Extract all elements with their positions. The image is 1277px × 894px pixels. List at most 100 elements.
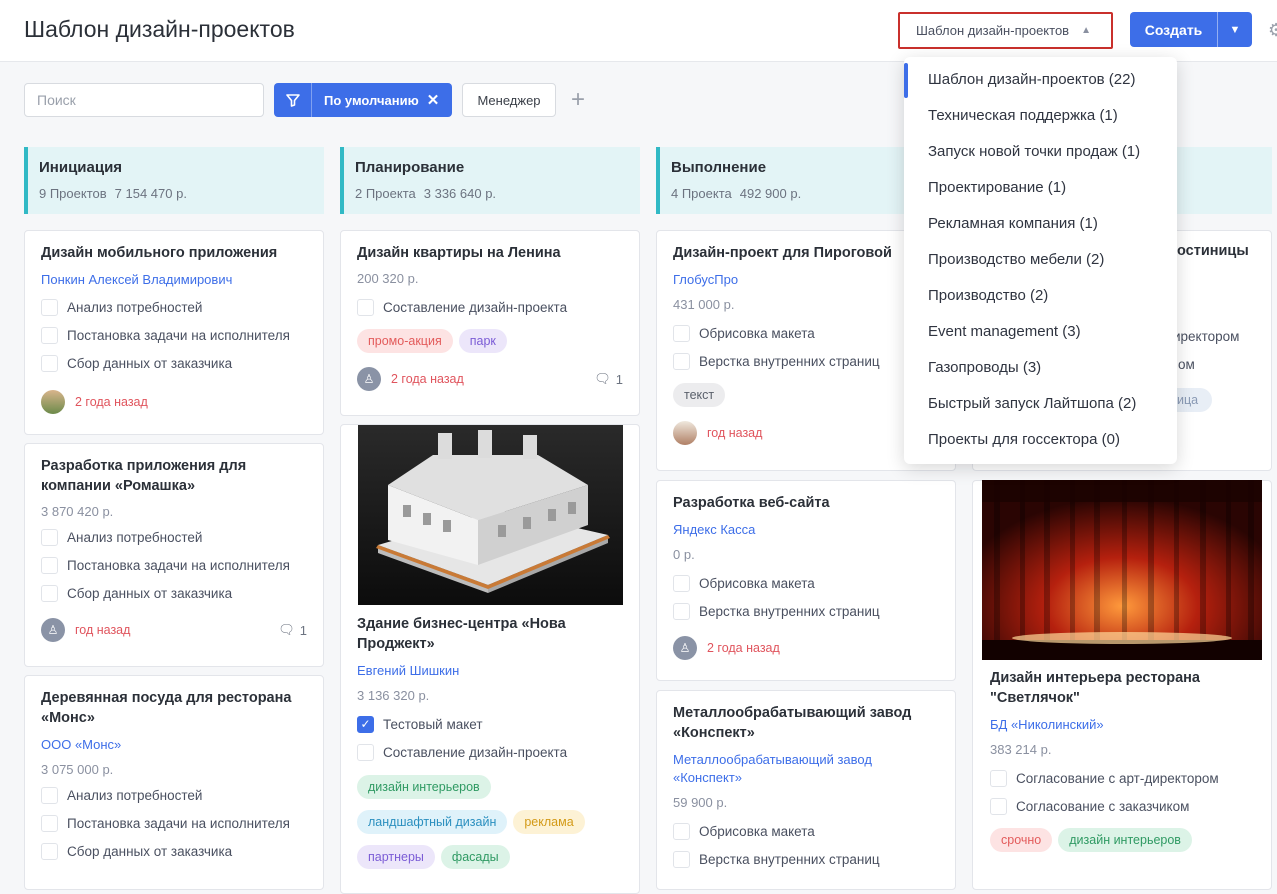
task-checkbox[interactable]: Анализ потребностей [41,786,307,805]
task-checkbox[interactable]: Анализ потребностей [41,298,307,317]
dropdown-item[interactable]: Проектирование (1) [928,179,1066,196]
checkbox[interactable] [673,603,690,620]
task-label: Анализ потребностей [67,530,203,545]
dropdown-item[interactable]: Шаблон дизайн-проектов (22) [928,71,1135,88]
project-card[interactable]: Деревянная посуда для ресторана «Монс» О… [24,675,324,890]
tag[interactable]: фасады [440,845,510,869]
template-select[interactable]: Шаблон дизайн-проектов ▲ [898,12,1113,49]
gear-icon[interactable]: ⚙ [1268,20,1277,41]
checkbox[interactable] [41,585,58,602]
task-label: Составление дизайн-проекта [383,300,568,315]
tag[interactable]: дизайн интерьеров [357,775,491,799]
tag[interactable]: партнеры [357,845,435,869]
tag[interactable]: реклама [513,810,585,834]
user-placeholder-icon: ♙ [673,636,697,660]
tag[interactable]: ландшафтный дизайн [357,810,508,834]
checkbox[interactable] [41,355,58,372]
filter-button[interactable]: По умолчанию ✕ [274,83,452,117]
checkbox[interactable] [41,327,58,344]
dropdown-item[interactable]: Производство (2) [928,287,1048,304]
task-checkbox[interactable]: Составление дизайн-проекта [357,298,623,317]
column-title: Планирование [355,159,465,176]
checkbox[interactable] [673,823,690,840]
tag[interactable]: дизайн интерьеров [1058,828,1192,852]
tag[interactable]: промо-акция [357,329,453,353]
card-sum: 431 000 р. [673,297,735,312]
card-client-link[interactable]: ООО «Монс» [41,736,307,754]
task-checkbox[interactable]: Постановка задачи на исполнителя [41,814,307,833]
task-checkbox[interactable]: Сбор данных от заказчика [41,584,307,603]
task-checkbox[interactable]: Постановка задачи на исполнителя [41,326,307,345]
close-icon[interactable]: ✕ [427,91,440,109]
create-button[interactable]: Создать ▼ [1130,12,1252,47]
task-checkbox[interactable]: ✓ Тестовый макет [357,715,623,734]
checkbox[interactable] [41,557,58,574]
dropdown-item[interactable]: Запуск новой точки продаж (1) [928,143,1140,160]
checkbox[interactable] [41,529,58,546]
comment-count: 1 [615,371,623,387]
checkbox[interactable] [673,851,690,868]
task-label-fragment: ом [1178,357,1195,372]
task-label: Верстка внутренних страниц [699,354,880,369]
plus-icon[interactable]: + [571,86,585,114]
project-card[interactable]: Дизайн квартиры на Ленина 200 320 р. Сос… [340,230,640,416]
card-client-link[interactable]: Яндекс Касса [673,521,939,539]
task-checkbox[interactable]: Согласование с заказчиком [990,797,1254,816]
checkbox[interactable] [357,744,374,761]
task-checkbox[interactable]: Верстка внутренних страниц [673,352,939,371]
task-checkbox[interactable]: Согласование с арт-директором [990,769,1254,788]
checkbox[interactable] [41,843,58,860]
dropdown-item[interactable]: Рекламная компания (1) [928,215,1098,232]
project-card[interactable]: Металлообрабатывающий завод «Конспект» М… [656,690,956,890]
checkbox[interactable] [41,815,58,832]
checkbox[interactable] [990,798,1007,815]
comments-counter[interactable]: 🗨 1 [594,371,623,387]
task-checkbox[interactable]: Обрисовка макета [673,574,939,593]
dropdown-item[interactable]: Производство мебели (2) [928,251,1104,268]
card-client-link[interactable]: Евгений Шишкин [357,662,623,680]
project-card[interactable]: Разработка веб-сайта Яндекс Касса 0 р. О… [656,480,956,681]
project-card[interactable]: Разработка приложения для компании «Рома… [24,443,324,667]
task-checkbox[interactable]: Верстка внутренних страниц [673,850,939,869]
checkbox[interactable] [41,787,58,804]
card-time: год назад [707,426,763,440]
task-checkbox[interactable]: Верстка внутренних страниц [673,602,939,621]
tag[interactable]: срочно [990,828,1053,852]
dropdown-item[interactable]: Газопроводы (3) [928,359,1041,376]
column-sum: 7 154 470 р. [114,186,187,201]
card-client-link[interactable]: Понкин Алексей Владимирович [41,271,307,289]
checkbox[interactable] [990,770,1007,787]
comments-counter[interactable]: 🗨 1 [278,622,307,638]
dropdown-item[interactable]: Event management (3) [928,323,1081,340]
task-checkbox[interactable]: Сбор данных от заказчика [41,354,307,373]
card-client-link[interactable]: БД «Николинский» [990,716,1254,734]
task-checkbox[interactable]: Составление дизайн-проекта [357,743,623,762]
task-checkbox[interactable]: Постановка задачи на исполнителя [41,556,307,575]
search-input[interactable] [24,83,264,117]
card-client-link[interactable]: Металлообрабатывающий завод «Конспект» [673,751,939,787]
dropdown-item[interactable]: Быстрый запуск Лайтшопа (2) [928,395,1136,412]
checkbox[interactable] [673,325,690,342]
task-label: Сбор данных от заказчика [67,844,233,859]
dropdown-item[interactable]: Техническая поддержка (1) [928,107,1118,124]
project-card[interactable]: Дизайн мобильного приложения Понкин Алек… [24,230,324,435]
card-title: Разработка веб-сайта [673,495,830,511]
card-client-link[interactable]: ГлобусПро [673,271,939,289]
checkbox-checked[interactable]: ✓ [357,716,374,733]
tag[interactable]: парк [458,329,507,353]
task-checkbox[interactable]: Обрисовка макета [673,324,939,343]
checkbox[interactable] [41,299,58,316]
checkbox[interactable] [673,575,690,592]
task-checkbox[interactable]: Обрисовка макета [673,822,939,841]
dropdown-item[interactable]: Проекты для госсектора (0) [928,431,1120,448]
template-select-label: Шаблон дизайн-проектов [916,23,1070,38]
checkbox[interactable] [357,299,374,316]
chevron-down-icon[interactable]: ▼ [1218,24,1252,36]
task-checkbox[interactable]: Сбор данных от заказчика [41,842,307,861]
building-model-image [358,425,623,605]
manager-filter-button[interactable]: Менеджер [462,83,556,117]
checkbox[interactable] [673,353,690,370]
task-label: Обрисовка макета [699,326,815,341]
tag[interactable]: текст [673,383,726,407]
task-checkbox[interactable]: Анализ потребностей [41,528,307,547]
